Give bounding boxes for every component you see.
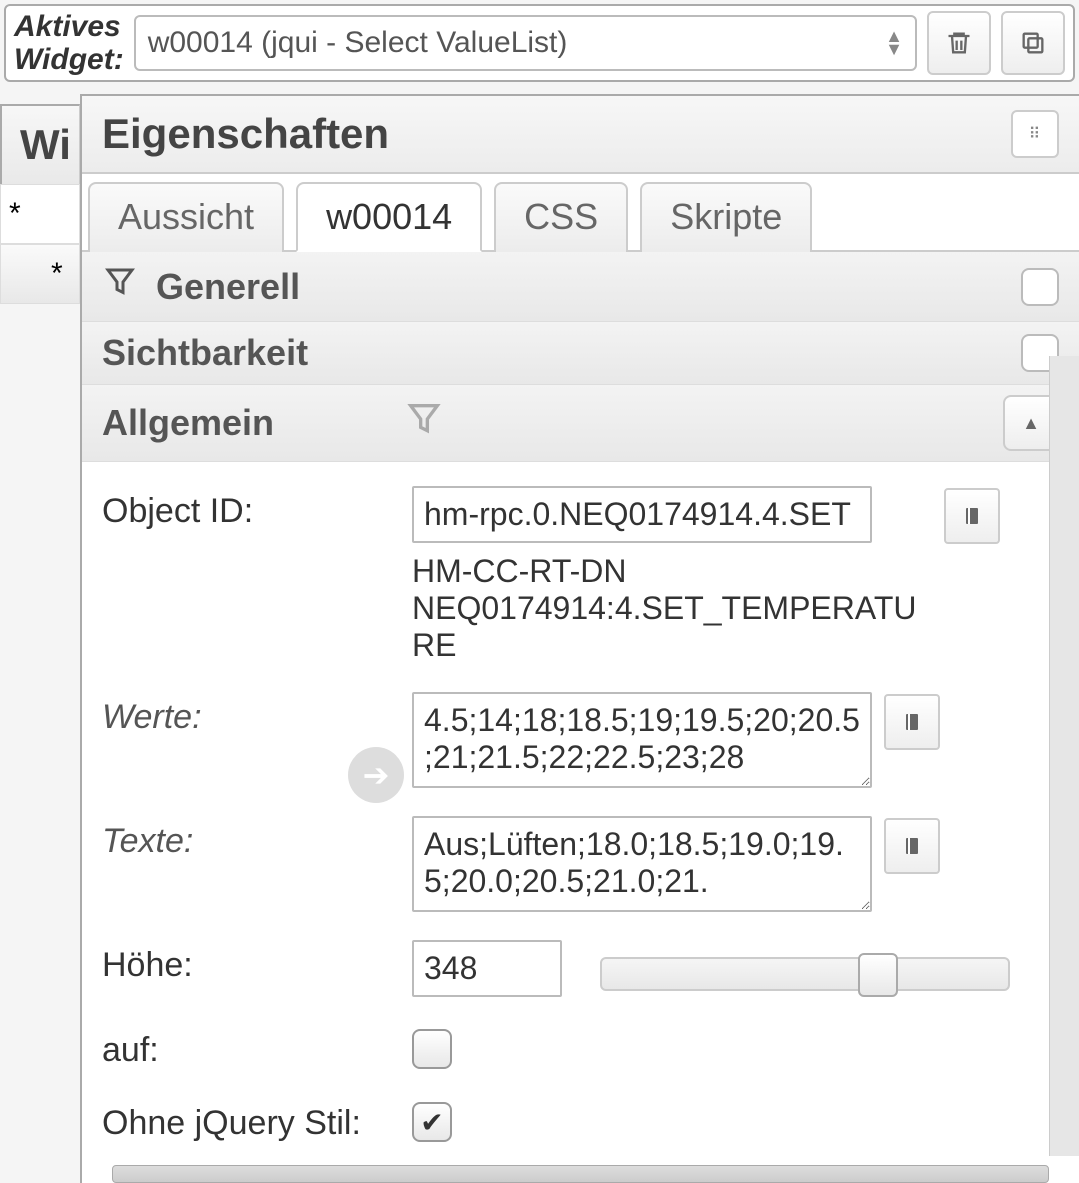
hoehe-slider[interactable]: [600, 957, 1010, 991]
object-id-browse-button[interactable]: [944, 488, 1000, 544]
left-marker-1[interactable]: *: [0, 184, 80, 244]
auf-label: auf:: [102, 1025, 412, 1070]
ohne-jquery-label: Ohne jQuery Stil:: [102, 1098, 412, 1143]
delete-button[interactable]: [927, 11, 991, 75]
prop-werte: Werte:: [102, 678, 1059, 802]
tab-widget[interactable]: w00014: [296, 182, 482, 252]
hoehe-input[interactable]: [412, 940, 562, 997]
panel-title: Eigenschaften: [102, 110, 389, 158]
tabs: Aussicht w00014 CSS Skripte: [82, 174, 1079, 252]
filter-icon[interactable]: [404, 397, 444, 450]
chevron-up-icon: ▲: [1022, 413, 1040, 434]
sections: Generell Sichtbarkeit Allgemein ▲: [82, 252, 1079, 462]
object-id-input[interactable]: [412, 486, 872, 543]
werte-label: Werte:: [102, 692, 412, 737]
ohne-jquery-checkbox[interactable]: ✔: [412, 1102, 452, 1142]
section-generell-toggle[interactable]: [1021, 268, 1059, 306]
funnel-icon: [102, 262, 138, 311]
prop-auf: auf:: [102, 1011, 1059, 1084]
panel-header: Eigenschaften ⠿: [82, 96, 1079, 174]
section-generell-label: Generell: [156, 266, 300, 308]
properties-area: ➔ Object ID: HM-CC-RT-DN NEQ0174914:4.SE…: [82, 462, 1079, 1183]
active-widget-value: w00014 (jqui - Select ValueList): [148, 26, 568, 60]
texte-input[interactable]: [412, 816, 872, 912]
section-sichtbarkeit-label: Sichtbarkeit: [102, 332, 308, 374]
left-heading: Wi: [0, 104, 80, 184]
section-allgemein-label: Allgemein: [102, 402, 274, 444]
tab-aussicht[interactable]: Aussicht: [88, 182, 284, 252]
top-toolbar: Aktives Widget: w00014 (jqui - Select Va…: [4, 4, 1075, 82]
prop-object-id: Object ID: HM-CC-RT-DN NEQ0174914:4.SET_…: [102, 472, 1059, 678]
active-widget-select[interactable]: w00014 (jqui - Select ValueList) ▲▼: [134, 15, 917, 71]
copy-button[interactable]: [1001, 11, 1065, 75]
select-arrows-icon: ▲▼: [885, 30, 903, 55]
grip-icon: ⠿: [1029, 124, 1042, 144]
prop-texte: Texte:: [102, 802, 1059, 926]
book-icon: [900, 834, 924, 858]
copy-icon: [1019, 29, 1047, 57]
prop-hoehe: Höhe:: [102, 926, 1059, 1011]
book-icon: [900, 710, 924, 734]
tab-css[interactable]: CSS: [494, 182, 628, 252]
hoehe-label: Höhe:: [102, 940, 412, 985]
vertical-scrollbar[interactable]: [1049, 356, 1079, 1156]
check-icon: ✔: [420, 1106, 443, 1139]
werte-browse-button[interactable]: [884, 694, 940, 750]
texte-label: Texte:: [102, 816, 412, 861]
properties-panel: Eigenschaften ⠿ Aussicht w00014 CSS Skri…: [80, 94, 1079, 1183]
slider-handle[interactable]: [858, 953, 898, 997]
left-column: Wi * *: [0, 94, 80, 1183]
werte-input[interactable]: [412, 692, 872, 788]
tab-scripts[interactable]: Skripte: [640, 182, 812, 252]
section-generell[interactable]: Generell: [82, 252, 1079, 322]
object-id-label: Object ID:: [102, 486, 412, 531]
book-icon: [960, 504, 984, 528]
prop-ohne-jquery: Ohne jQuery Stil: ✔: [102, 1084, 1059, 1157]
arrow-right-icon: ➔: [363, 756, 390, 794]
horizontal-scrollbar[interactable]: [112, 1165, 1049, 1183]
auf-checkbox[interactable]: [412, 1029, 452, 1069]
arrow-right-button[interactable]: ➔: [348, 747, 404, 803]
section-allgemein[interactable]: Allgemein ▲: [82, 385, 1079, 462]
main-area: Wi * * Eigenschaften ⠿ Aussicht w00014 C…: [0, 94, 1079, 1183]
texte-browse-button[interactable]: [884, 818, 940, 874]
section-sichtbarkeit[interactable]: Sichtbarkeit: [82, 322, 1079, 385]
object-id-description: HM-CC-RT-DN NEQ0174914:4.SET_TEMPERATURE: [412, 543, 932, 664]
panel-drag-handle[interactable]: ⠿: [1011, 110, 1059, 158]
trash-icon: [945, 29, 973, 57]
active-widget-label: Aktives Widget:: [14, 10, 124, 76]
left-marker-2[interactable]: *: [0, 244, 80, 304]
